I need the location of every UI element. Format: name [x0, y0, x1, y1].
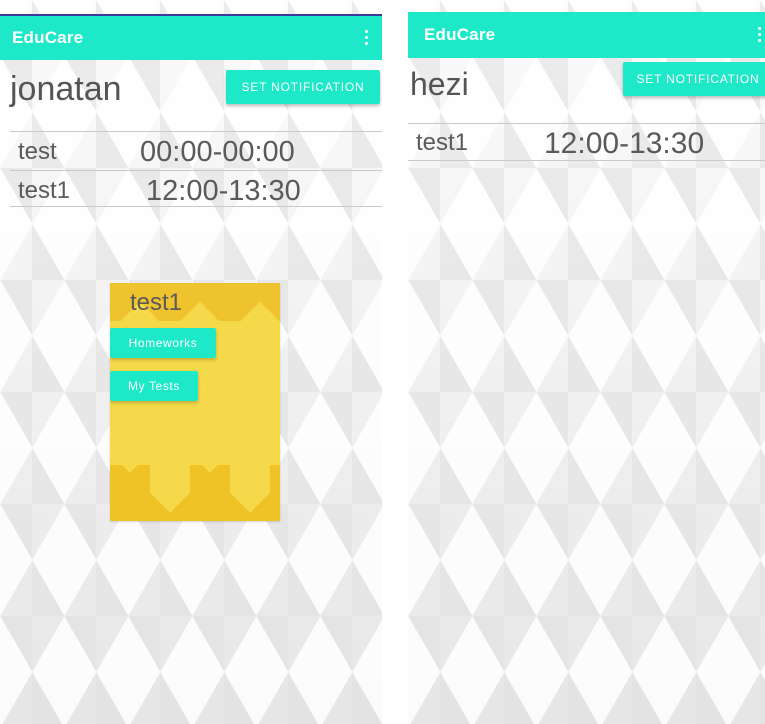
my-tests-button[interactable]: My Tests [110, 371, 198, 401]
homeworks-button[interactable]: Homeworks [110, 328, 216, 358]
schedule-list: test 00:00-00:00 test1 12:00-13:30 [10, 131, 382, 207]
schedule-item-time: 00:00-00:00 [140, 136, 295, 168]
overflow-menu-icon[interactable] [757, 27, 761, 43]
app-bar: EduCare [0, 14, 382, 60]
schedule-item-time: 12:00-13:30 [146, 175, 301, 207]
schedule-row[interactable]: test 00:00-00:00 [10, 131, 382, 170]
username: hezi [410, 66, 469, 102]
course-card: test1 Homeworks My Tests [110, 283, 280, 521]
schedule-item-name: test1 [18, 177, 71, 204]
right-phone-screen: EduCare hezi SET NOTIFICATION test1 12:0… [408, 0, 765, 724]
app-title: EduCare [424, 25, 496, 44]
app-bar: EduCare [408, 12, 765, 58]
set-notification-button[interactable]: SET NOTIFICATION [623, 62, 765, 96]
schedule-item-name: test1 [416, 129, 469, 156]
app-title: EduCare [12, 28, 84, 47]
schedule-list: test1 12:00-13:30 [408, 123, 765, 161]
schedule-item-time: 12:00-13:30 [544, 127, 705, 160]
overflow-menu-icon[interactable] [364, 30, 368, 46]
username: jonatan [10, 70, 122, 108]
schedule-row[interactable]: test1 12:00-13:30 [10, 170, 382, 207]
set-notification-button[interactable]: SET NOTIFICATION [226, 70, 380, 104]
schedule-row[interactable]: test1 12:00-13:30 [408, 123, 765, 161]
schedule-item-name: test [18, 138, 57, 165]
left-phone-screen: EduCare jonatan SET NOTIFICATION test 00… [0, 0, 382, 724]
course-card-title: test1 [130, 289, 183, 316]
